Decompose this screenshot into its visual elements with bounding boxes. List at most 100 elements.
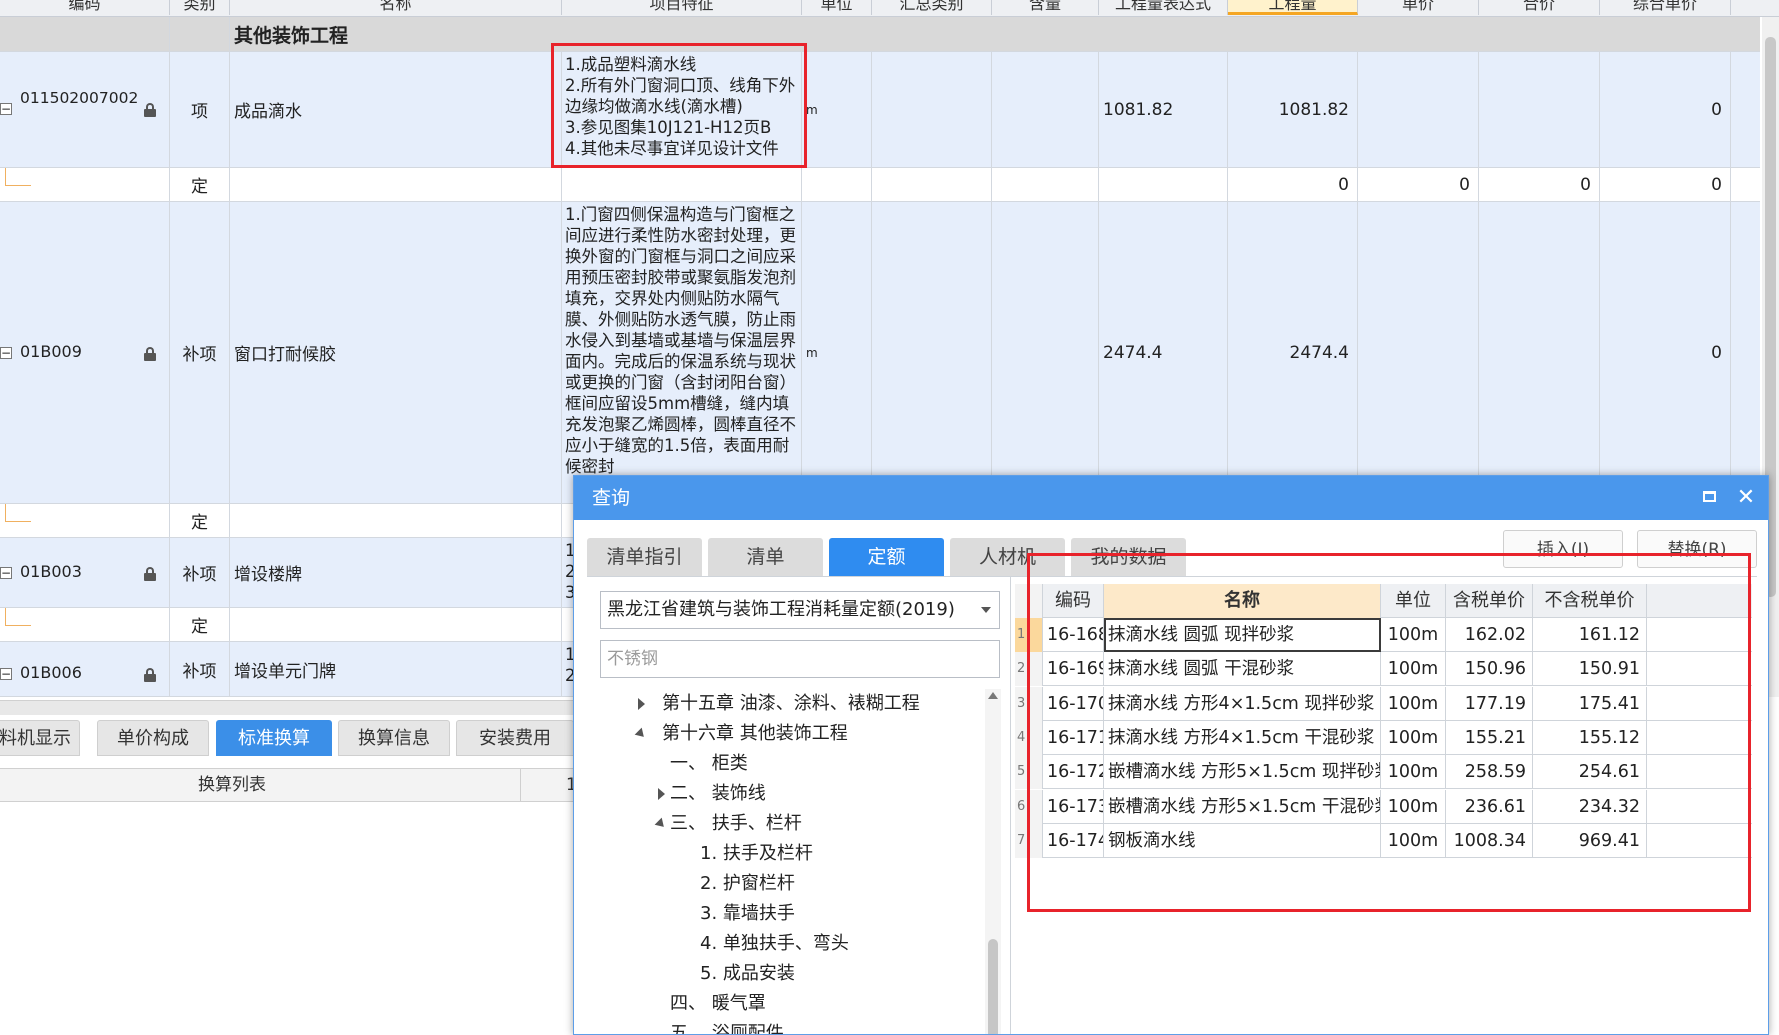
collapse-toggle-icon[interactable]: − [0, 347, 12, 359]
table-row[interactable]: 5 16-172 嵌槽滴水线 方形5×1.5cm 现拌砂浆 100m 258.59 254… [1015, 755, 1752, 790]
tree-item[interactable]: 一、 柜类 [670, 749, 748, 779]
table-row[interactable]: 3 16-170 抹滴水线 方形4×1.5cm 现拌砂浆 100m 177.19 175.… [1015, 686, 1752, 721]
row-code: 01B003 [20, 562, 82, 581]
tree-item[interactable]: 五、 浴厕配件 [670, 1019, 784, 1034]
header-name[interactable]: 名称 [230, 0, 562, 15]
replace-button[interactable]: 替换(R) [1637, 530, 1757, 568]
search-input[interactable]: 不锈钢 [600, 640, 1000, 678]
collapse-toggle-icon[interactable]: − [0, 567, 12, 579]
quota-library-select[interactable]: 黑龙江省建筑与装饰工程消耗量定额(2019) [600, 591, 1000, 629]
row-qty-expr [1099, 168, 1228, 201]
tree-item[interactable]: 3. 靠墙扶手 [700, 899, 795, 929]
header-unit-price[interactable]: 综合单价 [1600, 0, 1731, 15]
tree-item[interactable]: 5. 成品安装 [700, 959, 795, 989]
col-notax-price-header[interactable]: 不含税单价 [1533, 584, 1647, 618]
header-total[interactable]: 合价 [1479, 0, 1600, 15]
quota-name: 钢板滴水线 [1104, 823, 1381, 858]
scrollbar-thumb[interactable] [988, 939, 998, 1034]
dialog-titlebar[interactable]: 查询 [574, 476, 1768, 520]
quota-tax-price: 1008.34 [1446, 823, 1533, 858]
quota-name: 嵌槽滴水线 方形5×1.5cm 干混砂浆 [1104, 789, 1381, 824]
row-qty[interactable]: 0 [1228, 168, 1358, 201]
quota-code: 16-173 [1043, 789, 1104, 824]
row-qty-expr[interactable]: 2474.4 [1099, 202, 1228, 503]
header-unit[interactable]: 单位 [802, 0, 872, 15]
table-row[interactable]: − 01B009 补项 窗口打耐候胶 1.门窗四侧保温构造与门窗框之间应进行柔性… [0, 202, 1760, 504]
col-code-header[interactable]: 编码 [1043, 584, 1104, 618]
col-name-header[interactable]: 名称 [1104, 584, 1381, 618]
tab-bill-guide[interactable]: 清单指引 [587, 538, 702, 576]
table-row[interactable]: 1 16-168 抹滴水线 圆弧 现拌砂浆 100m 162.02 161.12 [1015, 618, 1752, 652]
header-summary-type[interactable]: 汇总类别 [872, 0, 992, 15]
quota-notax-price: 150.91 [1533, 652, 1647, 687]
row-type: 定 [170, 608, 230, 641]
row-features[interactable]: 1.成品塑料滴水线 2.所有外门窗洞口顶、线角下外边缘均做滴水线(滴水槽) 3.… [562, 52, 802, 167]
section-row[interactable]: 其他装饰工程 [0, 17, 1760, 52]
header-type[interactable]: 类别 [170, 0, 230, 15]
quota-unit: 100m [1381, 686, 1446, 721]
tab-labor-material[interactable]: 人材机 [950, 538, 1065, 576]
tree-item[interactable]: 四、 暖气罩 [670, 989, 766, 1019]
row-number: 3 [1015, 686, 1043, 721]
tab-material-display[interactable]: 料机显示 [0, 720, 80, 756]
row-name [230, 168, 562, 201]
expand-arrow-icon[interactable] [658, 788, 665, 800]
tree-item[interactable]: 4. 单独扶手、弯头 [700, 929, 849, 959]
header-code[interactable]: 编码 [0, 0, 170, 15]
tree-item[interactable]: 1. 扶手及栏杆 [700, 839, 813, 869]
row-content [992, 52, 1099, 167]
header-qty-expr[interactable]: 工程量表达式 [1099, 0, 1228, 15]
table-row[interactable]: − 011502007002 项 成品滴水 1.成品塑料滴水线 2.所有外门窗洞… [0, 52, 1760, 168]
tab-bill[interactable]: 清单 [708, 538, 823, 576]
row-unit: m [802, 202, 872, 503]
header-features[interactable]: 项目特征 [562, 0, 802, 15]
quota-code: 16-169 [1043, 652, 1104, 687]
row-type: 补项 [170, 202, 230, 503]
row-unit [802, 168, 872, 201]
tree-item[interactable]: 2. 护窗栏杆 [700, 869, 795, 899]
collapse-toggle-icon[interactable]: − [0, 103, 12, 115]
row-code-cell: − 01B009 [0, 202, 170, 503]
tab-installation-cost[interactable]: 安装费用 [456, 720, 574, 756]
table-row[interactable]: 6 16-173 嵌槽滴水线 方形5×1.5cm 干混砂浆 100m 236.61 234… [1015, 789, 1752, 824]
tab-unit-price-composition[interactable]: 单价构成 [97, 720, 209, 756]
row-qty-expr[interactable]: 1081.82 [1099, 52, 1228, 167]
row-name [230, 608, 562, 641]
table-row[interactable]: 7 16-174 钢板滴水线 100m 1008.34 969.41 [1015, 823, 1752, 858]
scroll-up-icon[interactable] [988, 692, 998, 699]
maximize-icon[interactable] [1694, 476, 1726, 520]
quota-unit: 100m [1381, 755, 1446, 790]
tree-scrollbar[interactable] [985, 689, 1001, 1034]
row-number: 4 [1015, 720, 1043, 755]
quota-code: 16-172 [1043, 755, 1104, 790]
insert-button[interactable]: 插入(I) [1503, 530, 1623, 568]
col-unit-header[interactable]: 单位 [1381, 584, 1446, 618]
row-type: 定 [170, 504, 230, 537]
table-row[interactable]: 定 0 0 0 0 [0, 168, 1760, 202]
row-qty[interactable]: 1081.82 [1228, 52, 1358, 167]
close-icon[interactable]: ✕ [1730, 476, 1762, 520]
collapse-toggle-icon[interactable]: − [0, 668, 12, 680]
chevron-down-icon[interactable] [981, 607, 991, 613]
row-features[interactable]: 1.门窗四侧保温构造与门窗框之间应进行柔性防水密封处理，更换外窗的门窗框与洞口之… [562, 202, 802, 503]
quota-navigation-pane: 黑龙江省建筑与装饰工程消耗量定额(2019) 不锈钢 第十五章 油漆、涂料、裱糊… [587, 577, 1011, 1034]
collapse-arrow-icon[interactable] [634, 727, 648, 741]
table-row[interactable]: 2 16-169 抹滴水线 圆弧 干混砂浆 100m 150.96 150.91 [1015, 652, 1752, 687]
row-qty[interactable]: 2474.4 [1228, 202, 1358, 503]
expand-arrow-icon[interactable] [638, 698, 645, 710]
row-total [1479, 202, 1600, 503]
header-qty[interactable]: 工程量 [1228, 0, 1358, 15]
section-title: 其他装饰工程 [234, 24, 349, 47]
col-tax-price-header[interactable]: 含税单价 [1446, 584, 1533, 618]
table-row[interactable]: 4 16-171 抹滴水线 方形4×1.5cm 干混砂浆 100m 155.21 155.… [1015, 720, 1752, 755]
tab-my-data[interactable]: 我的数据 [1071, 538, 1186, 576]
header-content[interactable]: 含量 [992, 0, 1099, 15]
header-price[interactable]: 单价 [1358, 0, 1479, 15]
dialog-title: 查询 [592, 487, 631, 509]
grid-horizontal-scrollbar[interactable] [0, 700, 580, 715]
quota-name: 嵌槽滴水线 方形5×1.5cm 现拌砂浆 [1104, 755, 1381, 790]
collapse-arrow-icon[interactable] [654, 817, 668, 831]
tab-conversion-info[interactable]: 换算信息 [338, 720, 450, 756]
tab-quota[interactable]: 定额 [829, 538, 944, 576]
tab-standard-conversion[interactable]: 标准换算 [216, 720, 332, 756]
